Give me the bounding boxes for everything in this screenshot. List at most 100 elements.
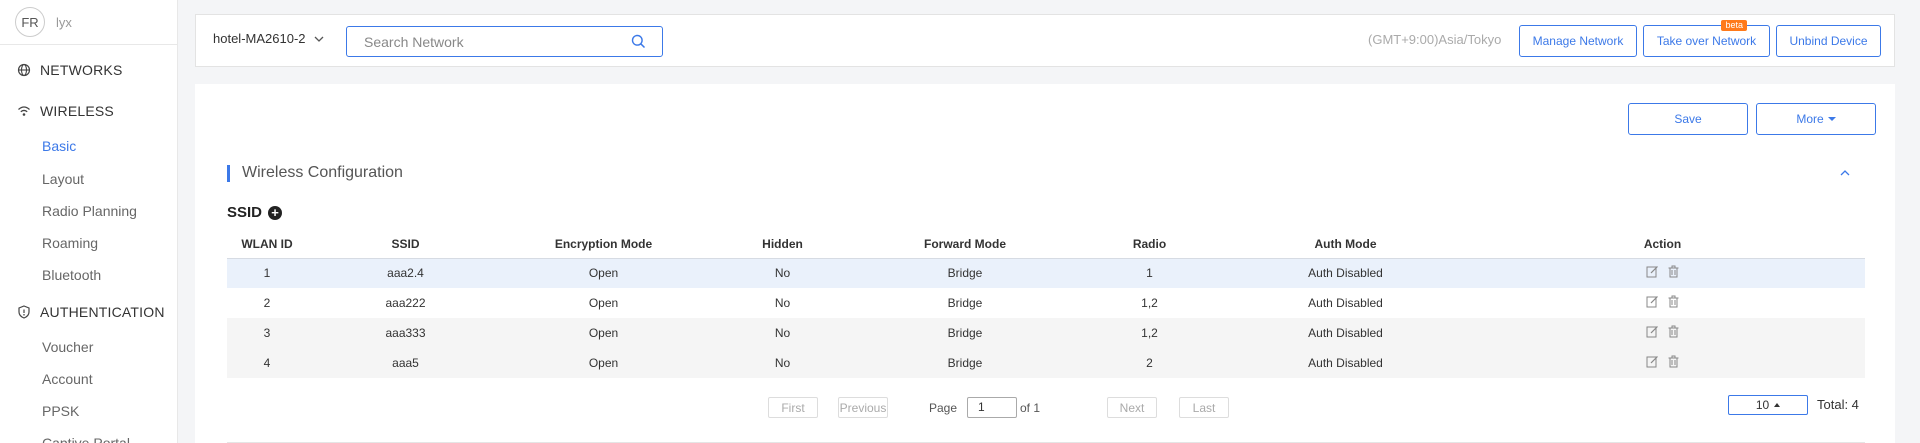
column-header: Hidden: [703, 230, 862, 259]
manage-network-button[interactable]: Manage Network: [1519, 25, 1637, 57]
table-row[interactable]: 2 aaa222 Open No Bridge 1,2 Auth Disable…: [227, 288, 1865, 318]
page-size-select[interactable]: 10: [1728, 395, 1808, 415]
column-header: SSID: [307, 230, 504, 259]
edit-icon[interactable]: [1646, 325, 1659, 338]
previous-page-button[interactable]: Previous: [838, 397, 888, 418]
take-over-network-button[interactable]: Take over Network beta: [1643, 20, 1770, 57]
last-page-button[interactable]: Last: [1179, 397, 1229, 418]
unbind-device-button[interactable]: Unbind Device: [1776, 25, 1881, 57]
delete-icon[interactable]: [1667, 355, 1680, 368]
user-panel: FR lyx: [0, 0, 177, 45]
sidebar-section-networks[interactable]: NETWORKS: [0, 58, 178, 82]
ssid-label: SSID: [227, 204, 263, 221]
edit-icon[interactable]: [1646, 265, 1659, 278]
page-count: of 1: [1020, 401, 1041, 415]
search-icon[interactable]: [631, 34, 646, 49]
table-row[interactable]: 1 aaa2.4 Open No Bridge 1 Auth Disabled: [227, 258, 1865, 288]
main-panel: Save More Wireless Configuration SSID + …: [195, 84, 1895, 443]
sidebar-item-basic[interactable]: Basic: [42, 136, 76, 156]
sidebar-item-voucher[interactable]: Voucher: [42, 337, 93, 357]
table-header-row: WLAN ID SSID Encryption Mode Hidden Forw…: [227, 230, 1865, 259]
add-ssid-icon[interactable]: +: [268, 205, 283, 220]
cell-action: [1460, 258, 1865, 288]
cell-action: [1460, 288, 1865, 318]
chevron-up-icon[interactable]: [1838, 166, 1852, 180]
sidebar-item-account[interactable]: Account: [42, 369, 93, 389]
cell-auth-mode: Auth Disabled: [1231, 318, 1460, 348]
cell-encryption: Open: [504, 318, 703, 348]
top-bar: hotel-MA2610-2 (GMT+9:00)Asia/Tokyo Mana…: [195, 14, 1895, 67]
caret-down-icon: [1827, 117, 1836, 121]
cell-wlan-id: 4: [227, 348, 307, 378]
ssid-table: WLAN ID SSID Encryption Mode Hidden Forw…: [227, 230, 1865, 378]
shield-icon: [17, 305, 31, 319]
cell-auth-mode: Auth Disabled: [1231, 348, 1460, 378]
cell-encryption: Open: [504, 288, 703, 318]
total-count: Total: 4: [1817, 397, 1859, 412]
sidebar-item-radio-planning[interactable]: Radio Planning: [42, 201, 137, 221]
cell-radio: 2: [1068, 348, 1231, 378]
delete-icon[interactable]: [1667, 325, 1680, 338]
username: lyx: [56, 14, 72, 30]
cell-auth-mode: Auth Disabled: [1231, 258, 1460, 288]
cell-action: [1460, 318, 1865, 348]
cell-hidden: No: [703, 348, 862, 378]
column-header: Forward Mode: [862, 230, 1068, 259]
cell-ssid: aaa333: [307, 318, 504, 348]
cell-ssid: aaa2.4: [307, 258, 504, 288]
cell-radio: 1,2: [1068, 318, 1231, 348]
globe-icon: [17, 63, 31, 77]
sidebar-item-roaming[interactable]: Roaming: [42, 233, 98, 253]
avatar[interactable]: FR: [15, 7, 45, 37]
edit-icon[interactable]: [1646, 355, 1659, 368]
cell-radio: 1,2: [1068, 288, 1231, 318]
page-number-input[interactable]: 1: [967, 397, 1017, 418]
cell-wlan-id: 3: [227, 318, 307, 348]
cell-wlan-id: 2: [227, 288, 307, 318]
sidebar-section-label: WIRELESS: [40, 103, 114, 119]
save-button[interactable]: Save: [1628, 103, 1748, 135]
delete-icon[interactable]: [1667, 265, 1680, 278]
sidebar: FR lyx NETWORKS WIRELESS Basic Layout Ra…: [0, 0, 178, 443]
cell-encryption: Open: [504, 348, 703, 378]
cell-forward-mode: Bridge: [862, 288, 1068, 318]
cell-action: [1460, 348, 1865, 378]
chevron-down-icon: [313, 33, 325, 45]
sidebar-item-captive-portal[interactable]: Captive Portal: [42, 433, 130, 443]
cell-forward-mode: Bridge: [862, 348, 1068, 378]
cell-forward-mode: Bridge: [862, 258, 1068, 288]
wifi-icon: [17, 104, 31, 118]
cell-encryption: Open: [504, 258, 703, 288]
search-box: [346, 26, 663, 57]
cell-ssid: aaa222: [307, 288, 504, 318]
edit-icon[interactable]: [1646, 295, 1659, 308]
beta-badge: beta: [1721, 20, 1747, 31]
ssid-heading: SSID +: [227, 204, 283, 221]
sidebar-section-label: NETWORKS: [40, 62, 123, 78]
cell-wlan-id: 1: [227, 258, 307, 288]
cell-hidden: No: [703, 258, 862, 288]
sidebar-item-ppsk[interactable]: PPSK: [42, 401, 79, 421]
column-header: Auth Mode: [1231, 230, 1460, 259]
pagination: First Previous Page 1 of 1 Next Last: [195, 397, 1895, 419]
first-page-button[interactable]: First: [768, 397, 818, 418]
next-page-button[interactable]: Next: [1107, 397, 1157, 418]
sidebar-section-label: AUTHENTICATION: [40, 304, 165, 320]
network-name: hotel-MA2610-2: [213, 31, 306, 46]
page-size-value: 10: [1755, 398, 1770, 412]
caret-up-icon: [1774, 403, 1781, 407]
more-label: More: [1796, 112, 1824, 126]
delete-icon[interactable]: [1667, 295, 1680, 308]
more-dropdown[interactable]: More: [1756, 103, 1876, 135]
table-row[interactable]: 4 aaa5 Open No Bridge 2 Auth Disabled: [227, 348, 1865, 378]
column-header: WLAN ID: [227, 230, 307, 259]
search-input[interactable]: [347, 27, 617, 56]
cell-radio: 1: [1068, 258, 1231, 288]
sidebar-section-wireless[interactable]: WIRELESS: [0, 99, 178, 123]
sidebar-section-authentication[interactable]: AUTHENTICATION: [0, 300, 178, 324]
section-accent: [227, 165, 230, 182]
sidebar-item-bluetooth[interactable]: Bluetooth: [42, 265, 101, 285]
table-row[interactable]: 3 aaa333 Open No Bridge 1,2 Auth Disable…: [227, 318, 1865, 348]
sidebar-item-layout[interactable]: Layout: [42, 169, 84, 189]
network-selector[interactable]: hotel-MA2610-2: [213, 31, 325, 46]
